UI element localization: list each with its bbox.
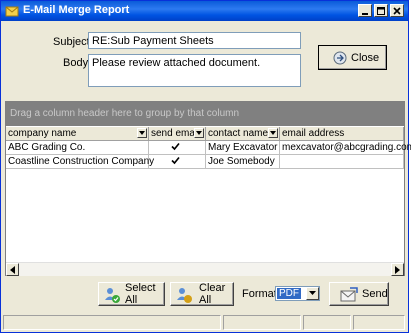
company-cell[interactable]: Coastline Construction Company [6, 155, 154, 169]
close-icon [393, 7, 401, 15]
body-label: Body: [63, 57, 92, 69]
send-label: Send [362, 288, 388, 300]
close-button[interactable]: Close [318, 45, 387, 70]
checkmark-icon[interactable] [171, 156, 180, 165]
checkmark-icon[interactable] [171, 142, 180, 151]
filter-dropdown-button[interactable] [268, 128, 278, 138]
minimize-icon [362, 13, 368, 15]
status-pane [223, 315, 301, 330]
email-cell[interactable]: mexcavator@abcgrading.com [280, 141, 411, 155]
column-header-contact-label: contact name [208, 128, 269, 139]
group-by-hint: Drag a column header here to group by th… [10, 108, 240, 119]
title-bar[interactable]: E-Mail Merge Report [1, 1, 408, 21]
chevron-left-icon [10, 266, 15, 274]
company-cell[interactable]: ABC Grading Co. [6, 141, 149, 155]
recipients-grid: Drag a column header here to group by th… [5, 101, 411, 276]
column-header-email-label: email address [282, 128, 345, 139]
select-all-button[interactable]: Select All [98, 282, 165, 306]
minimize-button[interactable] [358, 4, 372, 17]
app-icon [5, 4, 19, 18]
column-header-send-email-label: send email [151, 128, 200, 139]
status-bar [1, 313, 408, 332]
close-window-button[interactable] [390, 4, 404, 17]
status-pane [303, 315, 351, 330]
maximize-icon [377, 7, 385, 15]
contact-cell[interactable]: Mary Excavator [206, 141, 280, 155]
horizontal-scrollbar[interactable] [6, 262, 404, 276]
window-title: E-Mail Merge Report [23, 4, 130, 16]
scroll-left-button[interactable] [6, 263, 19, 276]
subject-input[interactable]: RE:Sub Payment Sheets [88, 32, 301, 49]
send-email-cell[interactable] [149, 155, 206, 169]
body-input[interactable]: Please review attached document. [88, 54, 301, 87]
chevron-down-icon [139, 131, 145, 135]
close-button-label: Close [351, 51, 380, 64]
email-cell[interactable] [280, 155, 404, 169]
clear-all-button[interactable]: Clear All [170, 282, 234, 306]
chevron-down-icon [196, 131, 202, 135]
column-header-company-label: company name [8, 128, 77, 139]
format-selected-value: PDF [277, 288, 301, 299]
users-clear-icon [177, 288, 192, 303]
email-merge-window: E-Mail Merge Report Subject: RE:Sub Paym… [0, 0, 411, 333]
column-header-send-email[interactable]: send email [149, 127, 206, 141]
maximize-button[interactable] [374, 4, 388, 17]
format-dropdown-button[interactable] [306, 287, 319, 300]
subject-label: Subject: [53, 36, 93, 48]
send-email-cell[interactable] [149, 141, 206, 155]
column-header-email[interactable]: email address [280, 127, 404, 141]
close-door-icon [333, 51, 347, 65]
contact-cell[interactable]: Joe Somebody [206, 155, 280, 169]
send-mail-icon [340, 287, 358, 302]
clear-all-label: Clear All [199, 282, 226, 306]
scroll-right-button[interactable] [391, 263, 404, 276]
column-header-company[interactable]: company name [6, 127, 149, 141]
column-header-contact[interactable]: contact name [206, 127, 280, 141]
status-pane [3, 315, 221, 330]
filter-dropdown-button[interactable] [137, 128, 147, 138]
select-all-label: Select All [125, 282, 156, 306]
chevron-down-icon [270, 131, 276, 135]
group-by-panel[interactable]: Drag a column header here to group by th… [6, 102, 404, 126]
chevron-right-icon [395, 266, 400, 274]
filter-dropdown-button[interactable] [194, 128, 204, 138]
format-select[interactable]: PDF [275, 286, 320, 301]
send-button[interactable]: Send [329, 282, 389, 306]
chevron-down-icon [309, 291, 316, 295]
status-pane [353, 315, 405, 330]
users-check-icon [105, 288, 120, 303]
